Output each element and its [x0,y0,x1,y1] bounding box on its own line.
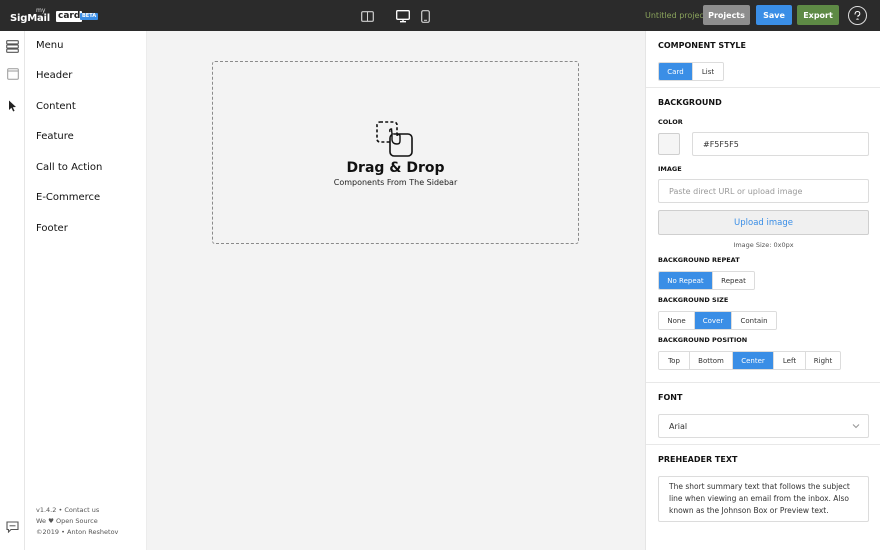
color-input[interactable]: #F5F5F5 [692,132,869,156]
size-none-option[interactable]: None [659,312,695,329]
drop-zone-subtitle: Components From The Sidebar [333,178,458,187]
background-size-toggle: None Cover Contain [658,311,777,330]
position-center-option[interactable]: Center [733,352,774,369]
settings-panel: COMPONENT STYLE Card List BACKGROUND COL… [645,31,880,550]
upload-image-button[interactable]: Upload image [658,210,869,235]
tablet-landscape-icon[interactable] [360,8,374,24]
background-size-label: BACKGROUND SIZE [658,296,729,304]
background-repeat-toggle: No Repeat Repeat [658,271,755,290]
size-contain-option[interactable]: Contain [732,312,776,329]
sidebar-item-e-commerce[interactable]: E-Commerce [36,192,100,203]
drop-zone-title: Drag & Drop [346,160,445,176]
repeat-no-repeat-option[interactable]: No Repeat [659,272,713,289]
font-select[interactable]: Arial [658,414,869,438]
style-card-option[interactable]: Card [659,63,693,80]
image-url-input[interactable]: Paste direct URL or upload image [658,179,869,203]
background-position-label: BACKGROUND POSITION [658,336,748,344]
save-button[interactable]: Save [756,5,792,25]
export-button[interactable]: Export [797,5,839,25]
style-list-option[interactable]: List [693,63,723,80]
drag-drop-icon [375,120,415,160]
position-bottom-option[interactable]: Bottom [690,352,733,369]
logo-card: card [56,11,83,22]
background-title: BACKGROUND [658,98,722,107]
image-label: IMAGE [658,165,682,173]
component-sidebar: Menu Header Content Feature Call to Acti… [25,31,147,550]
open-source-note[interactable]: We ♥ Open Source [36,517,98,525]
version-contact[interactable]: v1.4.2 • Contact us [36,506,99,514]
sidebar-item-call-to-action[interactable]: Call to Action [36,162,102,173]
user-avatar[interactable] [848,6,867,25]
font-select-value: Arial [669,421,688,431]
projects-button[interactable]: Projects [703,5,750,25]
user-icon [854,10,861,20]
chevron-down-icon [852,422,860,431]
page-icon[interactable] [5,66,20,81]
sidebar-item-menu[interactable]: Menu [36,40,63,51]
divider [646,87,880,88]
project-name[interactable]: Untitled project [645,11,707,20]
mobile-icon[interactable] [420,8,431,24]
preheader-title: PREHEADER TEXT [658,455,738,464]
sidebar-item-content[interactable]: Content [36,101,76,112]
sidebar-item-footer[interactable]: Footer [36,223,68,234]
logo-sigmail: SigMail [10,13,50,24]
preheader-textarea[interactable]: The short summary text that follows the … [658,476,869,522]
color-swatch[interactable] [658,133,680,155]
repeat-repeat-option[interactable]: Repeat [713,272,754,289]
cursor-icon[interactable] [5,98,20,113]
color-label: COLOR [658,118,683,126]
layers-icon[interactable] [5,39,20,54]
position-right-option[interactable]: Right [806,352,840,369]
component-style-toggle: Card List [658,62,724,81]
copyright: ©2019 • Anton Reshetov [36,528,119,536]
drop-zone[interactable]: Drag & Drop Components From The Sidebar [212,61,579,244]
icon-rail [0,31,25,550]
image-size-info: Image Size: 0x0px [733,241,794,249]
beta-badge: BETA [80,13,99,20]
font-title: FONT [658,393,683,402]
component-style-title: COMPONENT STYLE [658,41,746,50]
editor-canvas: Drag & Drop Components From The Sidebar [148,31,644,550]
background-position-toggle: Top Bottom Center Left Right [658,351,841,370]
divider [646,444,880,445]
position-top-option[interactable]: Top [659,352,690,369]
chat-icon[interactable] [5,519,20,534]
size-cover-option[interactable]: Cover [695,312,732,329]
background-repeat-label: BACKGROUND REPEAT [658,256,740,264]
sidebar-item-feature[interactable]: Feature [36,131,74,142]
position-left-option[interactable]: Left [774,352,806,369]
desktop-icon[interactable] [395,8,410,24]
divider [646,382,880,383]
sidebar-item-header[interactable]: Header [36,70,72,81]
top-bar: my SigMail card BETA Untitled project Pr… [0,0,880,31]
